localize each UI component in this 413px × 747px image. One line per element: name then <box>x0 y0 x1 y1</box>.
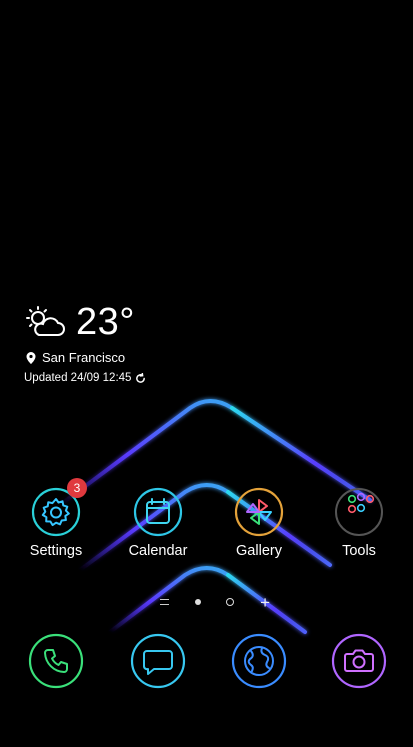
app-calendar[interactable]: Calendar <box>108 487 208 559</box>
camera-icon <box>331 633 387 689</box>
app-label: Gallery <box>236 543 282 559</box>
page-indicator: + <box>160 592 270 612</box>
app-label: Settings <box>29 543 83 559</box>
notification-badge: 3 <box>67 478 87 498</box>
temperature: 23° <box>76 301 135 343</box>
location-pin-icon <box>26 351 36 364</box>
all-apps-page-icon[interactable] <box>160 599 169 605</box>
weather-widget[interactable]: 23° San Francisco Updated 24/09 12:45 <box>24 302 146 384</box>
calendar-icon <box>133 487 183 537</box>
app-settings[interactable]: 3 Settings <box>6 478 106 559</box>
app-tools-folder[interactable]: Tools <box>309 487 409 559</box>
partly-cloudy-icon <box>26 306 65 336</box>
phone-icon <box>28 633 84 689</box>
location-label: San Francisco <box>42 350 126 365</box>
dock-camera[interactable] <box>331 633 387 689</box>
dock-browser[interactable] <box>231 633 287 689</box>
dock-phone[interactable] <box>28 633 84 689</box>
dock-messages[interactable] <box>130 633 186 689</box>
app-gallery[interactable]: Gallery <box>209 487 309 559</box>
app-label: Calendar <box>128 543 188 559</box>
refresh-icon[interactable] <box>135 372 146 384</box>
page-dot-active[interactable] <box>194 599 201 605</box>
add-page-icon[interactable]: + <box>260 594 270 611</box>
pinwheel-icon <box>234 487 284 537</box>
folder-icon <box>335 488 383 536</box>
message-icon <box>130 633 186 689</box>
updated-timestamp: Updated 24/09 12:45 <box>24 372 132 384</box>
home-page-icon[interactable] <box>226 598 235 606</box>
browser-icon <box>231 633 287 689</box>
app-label: Tools <box>342 543 376 559</box>
